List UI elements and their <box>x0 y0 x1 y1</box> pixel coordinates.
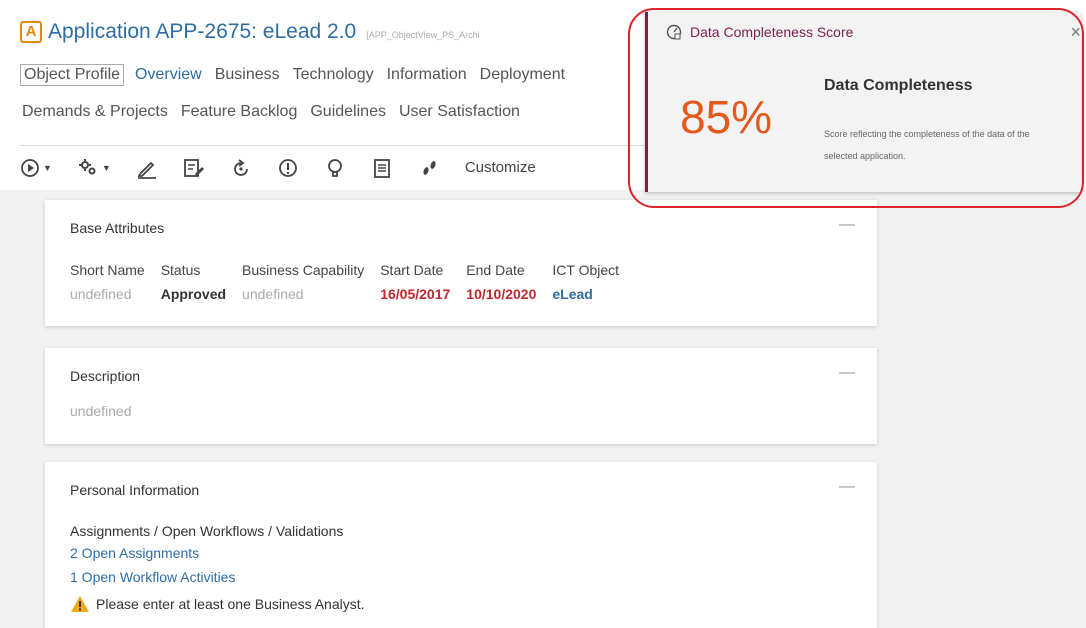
personal-information-title: Personal Information <box>70 482 200 498</box>
pencil-icon <box>137 161 156 179</box>
warning-icon <box>71 596 89 612</box>
collapse-personal-information-button[interactable]: — <box>839 478 855 496</box>
footsteps-button[interactable] <box>418 157 440 179</box>
info-icon <box>278 158 297 177</box>
attr-value: 16/05/2017 <box>380 286 451 302</box>
edit-document-icon <box>183 158 204 177</box>
customize-button[interactable]: Customize <box>465 159 536 176</box>
footsteps-icon <box>423 160 436 175</box>
open-assignments-link[interactable]: 2 Open Assignments <box>70 545 199 561</box>
tabs-row-secondary: Demands & Projects Feature Backlog Guide… <box>20 103 531 121</box>
attr-value: 10/10/2020 <box>466 286 537 302</box>
chevron-down-icon: ▼ <box>43 162 52 173</box>
attr-start-date: Start Date 16/05/2017 <box>380 262 450 302</box>
attr-short-name: Short Name undefined <box>70 262 145 302</box>
attr-business-capability: Business Capability undefined <box>242 262 364 302</box>
attr-value: Approved <box>160 286 227 302</box>
attr-label: Status <box>160 262 201 278</box>
base-attributes-card: Base Attributes — Short Name undefined S… <box>45 200 877 326</box>
play-menu-button[interactable]: ▼ <box>20 158 52 178</box>
tab-technology[interactable]: Technology <box>291 66 376 86</box>
tab-user-satisfaction[interactable]: User Satisfaction <box>397 103 522 121</box>
app-header: A Application APP-2675: eLead 2.0 [APP_O… <box>20 20 480 44</box>
attr-value: undefined <box>70 286 132 302</box>
collapse-base-attributes-button[interactable]: — <box>839 216 855 234</box>
refresh-button[interactable] <box>230 157 252 179</box>
lightbulb-button[interactable] <box>324 157 346 179</box>
settings-menu-button[interactable]: ▼ <box>77 158 111 178</box>
collapse-description-button[interactable]: — <box>839 364 855 382</box>
tab-overview[interactable]: Overview <box>133 66 204 86</box>
play-icon <box>21 158 39 177</box>
refresh-icon <box>233 158 248 176</box>
attr-ict-object: ICT Object eLead <box>552 262 619 302</box>
attr-label: End Date <box>466 262 525 278</box>
tab-feature-backlog[interactable]: Feature Backlog <box>179 103 300 121</box>
edit-button[interactable] <box>136 157 158 179</box>
page-title: Application APP-2675: eLead 2.0 <box>48 20 357 43</box>
validation-warning: Please enter at least one Business Analy… <box>70 595 365 613</box>
application-type-badge: A <box>20 21 42 43</box>
attr-end-date: End Date 10/10/2020 <box>466 262 536 302</box>
description-card: Description — undefined <box>45 348 877 444</box>
attr-label: ICT Object <box>552 262 620 278</box>
open-workflows-link[interactable]: 1 Open Workflow Activities <box>70 569 235 585</box>
base-attributes-title: Base Attributes <box>70 220 165 236</box>
info-button[interactable] <box>277 157 299 179</box>
attr-label: Business Capability <box>242 262 365 278</box>
action-toolbar: ▼ ▼ Customize <box>20 145 646 189</box>
tab-guidelines[interactable]: Guidelines <box>308 103 388 121</box>
tab-demands-projects[interactable]: Demands & Projects <box>20 103 170 121</box>
personal-information-card: Personal Information — Assignments / Ope… <box>45 462 877 628</box>
chevron-down-icon: ▼ <box>101 162 111 173</box>
attr-status: Status Approved <box>161 262 226 302</box>
attr-label: Start Date <box>380 262 444 278</box>
gear-icon <box>78 158 96 174</box>
tab-object-profile[interactable]: Object Profile <box>20 64 125 86</box>
edit-document-button[interactable] <box>183 157 205 179</box>
lightbulb-icon <box>327 158 342 177</box>
attr-value: undefined <box>242 286 304 302</box>
tabs-row-primary: Object Profile Overview Business Technol… <box>20 64 576 86</box>
tab-deployment[interactable]: Deployment <box>478 66 567 86</box>
attribute-grid: Short Name undefined Status Approved Bus… <box>70 262 635 302</box>
clipboard-icon <box>373 158 390 178</box>
clipboard-button[interactable] <box>371 157 393 179</box>
attr-label: Short Name <box>70 262 145 278</box>
warning-text: Please enter at least one Business Analy… <box>96 596 365 612</box>
description-value: undefined <box>70 403 132 419</box>
highlight-annotation <box>628 8 1084 208</box>
description-title: Description <box>70 368 141 384</box>
assignments-subheading: Assignments / Open Workflows / Validatio… <box>70 523 344 539</box>
tab-information[interactable]: Information <box>385 66 469 86</box>
object-view-id: [APP_ObjectView_PS_Archi <box>366 30 480 40</box>
tab-business[interactable]: Business <box>213 66 282 86</box>
ict-object-link[interactable]: eLead <box>552 286 619 302</box>
